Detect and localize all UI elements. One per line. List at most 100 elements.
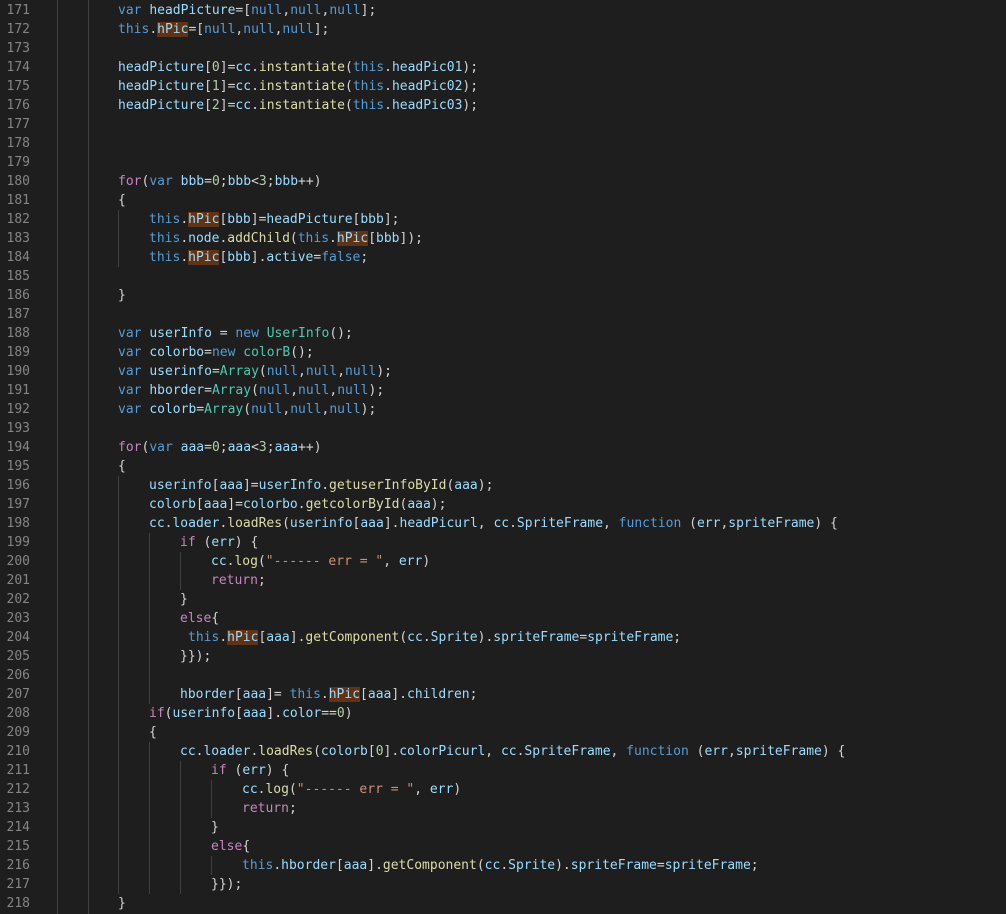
code-line[interactable]: 213 return; bbox=[0, 799, 1006, 818]
code-line[interactable]: 189 var colorbo=new colorB(); bbox=[0, 343, 1006, 362]
code-line[interactable]: 199 if (err) { bbox=[0, 533, 1006, 552]
code-token: function bbox=[618, 516, 682, 531]
code-token: else bbox=[180, 611, 212, 626]
indent-guide bbox=[180, 837, 181, 856]
code-token: userinfo bbox=[149, 364, 212, 379]
code-line[interactable]: 193 bbox=[0, 419, 1006, 438]
code-token: return bbox=[211, 573, 258, 588]
code-line[interactable]: 177 bbox=[0, 115, 1006, 134]
code-line[interactable]: 178 bbox=[0, 134, 1006, 153]
indent-guide bbox=[118, 799, 119, 818]
code-line[interactable]: 192 var colorb=Array(null,null,null); bbox=[0, 400, 1006, 419]
line-number: 180 bbox=[6, 174, 30, 189]
code-line[interactable]: 197 colorb[aaa]=colorbo.getcolorById(aaa)… bbox=[0, 495, 1006, 514]
code-line[interactable]: 194 for(var aaa=0;aaa<3;aaa++) bbox=[0, 438, 1006, 457]
code-token: node bbox=[188, 231, 220, 246]
code-line[interactable]: 191 var hborder=Array(null,null,null); bbox=[0, 381, 1006, 400]
code-line[interactable]: 184 this.hPic[bbb].active=false; bbox=[0, 248, 1006, 267]
code-token: aaa bbox=[454, 478, 478, 493]
code-token: if bbox=[211, 763, 227, 778]
code-line[interactable]: 172 this.hPic=[null,null,null]; bbox=[0, 20, 1006, 39]
code-token: ]= bbox=[250, 212, 267, 227]
code-line[interactable]: 214} bbox=[0, 818, 1006, 837]
code-token: this bbox=[188, 630, 220, 645]
code-line[interactable]: 196 userinfo[aaa]=userInfo.getuserInfoByI… bbox=[0, 476, 1006, 495]
code-line[interactable]: 204 this.hPic[aaa].getComponent(cc.Sprite… bbox=[0, 628, 1006, 647]
indent-guide bbox=[118, 704, 119, 723]
code-token: Array bbox=[204, 402, 244, 417]
code-line[interactable]: 171 var headPicture=[null,null,null]; bbox=[0, 1, 1006, 20]
code-token: ( bbox=[251, 383, 259, 398]
indent-guide bbox=[149, 647, 150, 666]
code-text: this.hPic[aaa].getComponent(cc.Sprite).s… bbox=[188, 628, 681, 647]
code-line[interactable]: 180 for(var bbb=0;bbb<3;bbb++) bbox=[0, 172, 1006, 191]
code-token: spriteFrame bbox=[728, 516, 815, 531]
code-text: } bbox=[118, 286, 126, 305]
code-line[interactable]: 183 this.node.addChild(this.hPic[bbb]); bbox=[0, 229, 1006, 248]
line-number: 212 bbox=[6, 782, 30, 797]
code-token: ]= bbox=[266, 687, 290, 702]
code-line[interactable]: 208 if(userinfo[aaa].color==0) bbox=[0, 704, 1006, 723]
code-line[interactable]: 202} bbox=[0, 590, 1006, 609]
code-token: hPic bbox=[157, 22, 189, 37]
indent-guide bbox=[211, 856, 212, 875]
indent-guide bbox=[118, 780, 119, 799]
code-line[interactable]: 206 bbox=[0, 666, 1006, 685]
code-line[interactable]: 186} bbox=[0, 286, 1006, 305]
code-token: ( bbox=[344, 79, 353, 94]
code-token: SpriteFrame bbox=[524, 744, 611, 759]
indent-guide bbox=[118, 476, 119, 495]
code-line[interactable]: 198 cc.loader.loadRes(userinfo[aaa].headP… bbox=[0, 514, 1006, 533]
code-token: . bbox=[320, 687, 329, 702]
code-line[interactable]: 218} bbox=[0, 894, 1006, 913]
code-line[interactable]: 211 if (err) { bbox=[0, 761, 1006, 780]
code-line[interactable]: 209 { bbox=[0, 723, 1006, 742]
code-token: this bbox=[242, 858, 274, 873]
code-token: = bbox=[204, 383, 212, 398]
indent-guide bbox=[118, 761, 119, 780]
code-token: (); bbox=[290, 345, 314, 360]
code-line[interactable]: 200 cc.log("------ err = ", err) bbox=[0, 552, 1006, 571]
line-number: 203 bbox=[6, 611, 30, 626]
code-line[interactable]: 212 cc.log("------ err = ", err) bbox=[0, 780, 1006, 799]
code-editor[interactable]: 171 var headPicture=[null,null,null]; 172 t… bbox=[0, 0, 1006, 914]
code-line[interactable]: 190 var userinfo=Array(null,null,null); bbox=[0, 362, 1006, 381]
indent-guide bbox=[149, 818, 150, 837]
indent-guide bbox=[118, 742, 119, 761]
code-line[interactable]: 188 var userInfo = new UserInfo(); bbox=[0, 324, 1006, 343]
code-line[interactable]: 182 this.hPic[bbb]=headPicture[bbb]; bbox=[0, 210, 1006, 229]
code-line[interactable]: 210 cc.loader.loadRes(colorb[0].colorPicu… bbox=[0, 742, 1006, 761]
line-number: 198 bbox=[6, 516, 30, 531]
code-line[interactable]: 176 headPicture[2]=cc.instantiate(this.he… bbox=[0, 96, 1006, 115]
code-line[interactable]: 207 hborder[aaa]= this.hPic[aaa].children… bbox=[0, 685, 1006, 704]
indent-guide bbox=[118, 229, 119, 248]
code-line[interactable]: 216 this.hborder[aaa].getComponent(cc.Spr… bbox=[0, 856, 1006, 875]
code-token: null bbox=[266, 364, 299, 379]
code-token: ( bbox=[476, 858, 485, 873]
code-token: null bbox=[345, 364, 377, 379]
code-line[interactable]: 205}}); bbox=[0, 647, 1006, 666]
code-line[interactable]: 173 bbox=[0, 39, 1006, 58]
code-token: false bbox=[321, 250, 361, 265]
code-line[interactable]: 187 bbox=[0, 305, 1006, 324]
code-line[interactable]: 181 { bbox=[0, 191, 1006, 210]
code-text: var userInfo = new UserInfo(); bbox=[118, 324, 353, 343]
code-token: hborder bbox=[149, 383, 205, 398]
code-token: spriteFrame bbox=[664, 858, 751, 873]
code-line[interactable]: 215 else{ bbox=[0, 837, 1006, 856]
code-token: hPic bbox=[336, 231, 369, 246]
code-line[interactable]: 185 bbox=[0, 267, 1006, 286]
code-token: ); bbox=[376, 364, 392, 379]
code-token: ( bbox=[399, 630, 408, 645]
code-text: headPicture[0]=cc.instantiate(this.headP… bbox=[118, 58, 478, 77]
code-line[interactable]: 175 headPicture[1]=cc.instantiate(this.he… bbox=[0, 77, 1006, 96]
code-line[interactable]: 203 else{ bbox=[0, 609, 1006, 628]
indent-guide bbox=[149, 571, 150, 590]
code-token: cc bbox=[211, 554, 227, 569]
code-text: if (err) { bbox=[211, 761, 289, 780]
code-line[interactable]: 195 { bbox=[0, 457, 1006, 476]
code-line[interactable]: 174 headPicture[0]=cc.instantiate(this.he… bbox=[0, 58, 1006, 77]
code-line[interactable]: 217}}); bbox=[0, 875, 1006, 894]
code-line[interactable]: 201 return; bbox=[0, 571, 1006, 590]
code-line[interactable]: 179 bbox=[0, 153, 1006, 172]
